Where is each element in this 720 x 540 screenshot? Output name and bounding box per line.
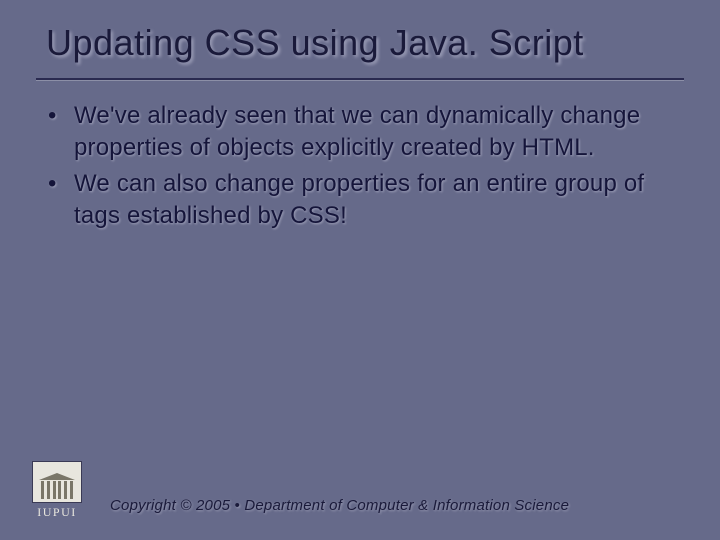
copyright-footer: Copyright © 2005 • Department of Compute… [110, 497, 569, 514]
logo-text: IUPUI [28, 505, 86, 520]
bullet-text: We've already seen that we can dynamical… [74, 100, 680, 164]
logo-building-icon [32, 461, 82, 503]
iupui-logo: IUPUI [28, 461, 86, 520]
bullet-mark-icon: • [48, 100, 74, 132]
title-underline [36, 78, 684, 80]
bullet-mark-icon: • [48, 168, 74, 200]
slide-title: Updating CSS using Java. Script [46, 22, 690, 64]
slide: Updating CSS using Java. Script • We've … [0, 0, 720, 540]
bullet-item: • We can also change properties for an e… [48, 168, 680, 232]
bullet-text: We can also change properties for an ent… [74, 168, 680, 232]
bullet-item: • We've already seen that we can dynamic… [48, 100, 680, 164]
slide-body: • We've already seen that we can dynamic… [48, 100, 680, 236]
